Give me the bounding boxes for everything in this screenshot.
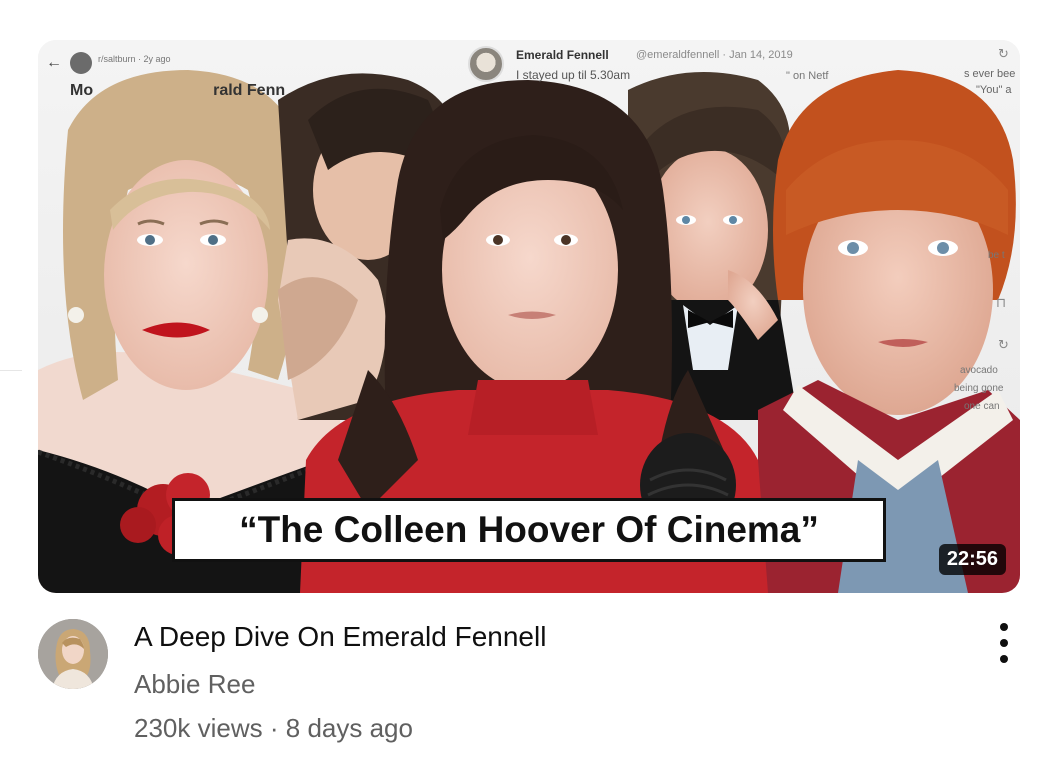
tweet-author-avatar <box>468 46 504 82</box>
vertical-dots-icon-dot-3 <box>1000 655 1008 663</box>
video-meta: 230k views · 8 days ago <box>134 713 413 744</box>
video-card[interactable]: ← r/saltburn · 2y ago Mo rald Fenn Emeral… <box>38 40 1020 593</box>
vertical-dots-icon-dot-2 <box>1000 639 1008 647</box>
tweet-headline-end: rald Fenn <box>213 82 286 99</box>
side-snippet-one: one can <box>964 401 1000 412</box>
side-snippet-be: be t <box>988 250 1005 261</box>
channel-avatar[interactable] <box>38 619 108 689</box>
tweet-handle: r/saltburn · 2y ago <box>98 54 171 64</box>
thumbnail-caption-text: “The Colleen Hoover Of Cinema” <box>239 509 819 550</box>
bookmark-icon: ⊓ <box>996 295 1007 310</box>
meta-separator: · <box>269 713 279 743</box>
divider <box>0 370 22 371</box>
tweet-text-2: s ever bee <box>964 68 1016 80</box>
tweet-left-overlay: ← r/saltburn · 2y ago Mo rald Fenn <box>44 46 364 156</box>
view-count: 230k views <box>134 713 263 743</box>
side-snippet-being: being gone <box>954 383 1004 394</box>
tweet-avatar <box>70 52 92 74</box>
vertical-dots-icon <box>1000 623 1008 631</box>
video-thumbnail[interactable]: ← r/saltburn · 2y ago Mo rald Fenn Emeral… <box>38 40 1020 593</box>
tweet-text-mid: " on Netf <box>786 70 829 82</box>
tweet-right-overlay: Emerald Fennell @emeraldfennell · Jan 14… <box>466 40 1020 150</box>
upload-age: 8 days ago <box>285 713 413 743</box>
video-title[interactable]: A Deep Dive On Emerald Fennell <box>134 621 546 653</box>
channel-name[interactable]: Abbie Ree <box>134 669 255 700</box>
side-snippet-avocado: avocado <box>960 365 998 376</box>
duration-badge: 22:56 <box>938 544 1006 575</box>
page: ← r/saltburn · 2y ago Mo rald Fenn Emeral… <box>0 0 1050 776</box>
back-arrow-icon: ← <box>46 54 62 71</box>
tweet-headline: Mo rald Fenn <box>70 82 285 100</box>
video-details: A Deep Dive On Emerald Fennell Abbie Ree… <box>38 615 1020 755</box>
tweet-author-name: Emerald Fennell <box>516 48 609 62</box>
thumbnail-caption: “The Colleen Hoover Of Cinema” <box>172 498 886 562</box>
refresh-icon-2: ↻ <box>998 337 1009 352</box>
avatar-image <box>38 619 108 689</box>
tweet-text: I stayed up til 5.30am <box>516 68 631 82</box>
refresh-icon: ↻ <box>998 46 1009 61</box>
tweet-text-3: "You" a <box>976 84 1012 96</box>
more-options-button[interactable] <box>992 623 1016 663</box>
tweet-headline-start: Mo <box>70 82 94 99</box>
tweet-meta: @emeraldfennell · Jan 14, 2019 <box>636 49 793 61</box>
